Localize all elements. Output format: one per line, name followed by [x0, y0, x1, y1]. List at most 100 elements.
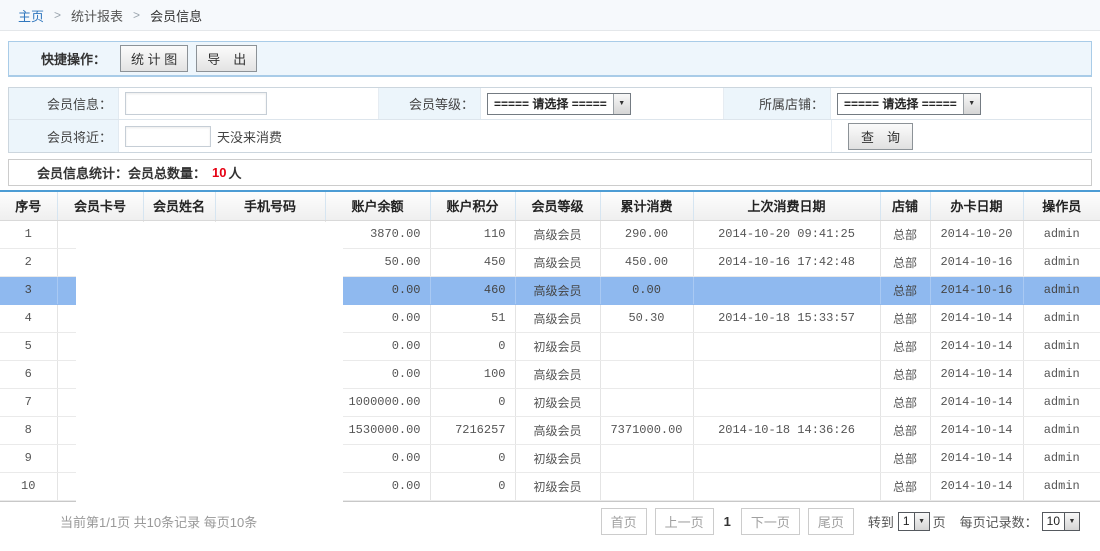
- per-page-select[interactable]: 10 ▼: [1042, 512, 1080, 531]
- cell-seq: 4: [0, 304, 57, 332]
- store-label: 所属店铺：: [724, 88, 831, 119]
- breadcrumb-home[interactable]: 主页: [18, 6, 44, 25]
- pagination-current-page: 1: [724, 514, 731, 529]
- cell-level: 初级会员: [515, 388, 600, 416]
- first-page-button[interactable]: 首页: [601, 508, 647, 535]
- col-header-name: 会员姓名: [143, 191, 215, 220]
- breadcrumb-current: 会员信息: [150, 6, 202, 25]
- cell-card_date: 2014-10-14: [930, 360, 1023, 388]
- cell-seq: 5: [0, 332, 57, 360]
- privacy-redaction-overlay: [76, 222, 343, 511]
- cell-store: 总部: [880, 304, 930, 332]
- chart-button[interactable]: 统 计 图: [120, 45, 188, 72]
- cell-store: 总部: [880, 276, 930, 304]
- cell-last_date: 2014-10-16 17:42:48: [693, 248, 880, 276]
- filter-row-2: 会员将近： 天没来消费 查 询: [9, 119, 1091, 152]
- cell-total: 7371000.00: [600, 416, 693, 444]
- member-level-select[interactable]: ===== 请选择 ===== ▼: [487, 93, 631, 115]
- export-button[interactable]: 导 出: [196, 45, 257, 72]
- goto-page-select[interactable]: 1 ▼: [898, 512, 930, 531]
- member-total-count: 10: [212, 165, 226, 180]
- col-header-level: 会员等级: [515, 191, 600, 220]
- prev-page-button[interactable]: 上一页: [655, 508, 714, 535]
- col-header-seq: 序号: [0, 191, 57, 220]
- search-button[interactable]: 查 询: [848, 123, 913, 150]
- member-level-label: 会员等级：: [379, 88, 481, 119]
- cell-card_date: 2014-10-14: [930, 388, 1023, 416]
- member-stats-prefix: 会员信息统计：会员总数量：: [37, 163, 206, 182]
- quick-operations-label: 快捷操作：: [41, 49, 106, 68]
- cell-level: 高级会员: [515, 220, 600, 248]
- chevron-down-icon: ▼: [613, 94, 630, 114]
- cell-level: 初级会员: [515, 472, 600, 500]
- col-header-points: 账户积分: [430, 191, 515, 220]
- cell-store: 总部: [880, 388, 930, 416]
- cell-card_date: 2014-10-14: [930, 416, 1023, 444]
- filter-row-1: 会员信息： 会员等级： ===== 请选择 ===== ▼ 所属店铺： ====…: [9, 88, 1091, 119]
- cell-points: 100: [430, 360, 515, 388]
- cell-operator: admin: [1023, 416, 1100, 444]
- cell-total: [600, 444, 693, 472]
- member-count-unit: 人: [228, 163, 241, 182]
- cell-operator: admin: [1023, 332, 1100, 360]
- last-page-button[interactable]: 尾页: [808, 508, 854, 535]
- chevron-down-icon: ▼: [963, 94, 980, 114]
- cell-operator: admin: [1023, 388, 1100, 416]
- cell-operator: admin: [1023, 444, 1100, 472]
- recent-days-label: 会员将近：: [9, 120, 119, 152]
- cell-level: 高级会员: [515, 416, 600, 444]
- cell-total: [600, 332, 693, 360]
- col-header-store: 店铺: [880, 191, 930, 220]
- cell-seq: 1: [0, 220, 57, 248]
- breadcrumb-separator-icon: >: [133, 8, 140, 22]
- cell-points: 0: [430, 472, 515, 500]
- col-header-card-no: 会员卡号: [57, 191, 143, 220]
- cell-level: 高级会员: [515, 360, 600, 388]
- goto-page-label: 转到: [868, 512, 894, 531]
- cell-last_date: [693, 444, 880, 472]
- store-select[interactable]: ===== 请选择 ===== ▼: [837, 93, 981, 115]
- cell-store: 总部: [880, 444, 930, 472]
- per-page-label: 每页记录数：: [960, 512, 1038, 531]
- pager-controls: 首页 上一页 1 下一页 尾页 转到 1 ▼ 页 每页记录数： 10 ▼: [593, 508, 1080, 535]
- col-header-phone: 手机号码: [215, 191, 325, 220]
- goto-page-suffix: 页: [933, 512, 946, 531]
- cell-points: 51: [430, 304, 515, 332]
- cell-last_date: 2014-10-18 15:33:57: [693, 304, 880, 332]
- member-info-input[interactable]: [125, 92, 267, 115]
- cell-store: 总部: [880, 472, 930, 500]
- cell-last_date: [693, 388, 880, 416]
- cell-seq: 10: [0, 472, 57, 500]
- cell-total: 0.00: [600, 276, 693, 304]
- next-page-button[interactable]: 下一页: [741, 508, 800, 535]
- recent-days-input[interactable]: [125, 126, 211, 147]
- cell-operator: admin: [1023, 276, 1100, 304]
- cell-seq: 6: [0, 360, 57, 388]
- breadcrumb-reports[interactable]: 统计报表: [71, 6, 123, 25]
- cell-points: 0: [430, 444, 515, 472]
- goto-page-value: 1: [899, 514, 914, 528]
- member-info-label: 会员信息：: [9, 88, 119, 119]
- col-header-balance: 账户余额: [325, 191, 430, 220]
- cell-level: 初级会员: [515, 444, 600, 472]
- cell-seq: 8: [0, 416, 57, 444]
- cell-store: 总部: [880, 332, 930, 360]
- recent-days-suffix: 天没来消费: [217, 127, 282, 146]
- col-header-operator: 操作员: [1023, 191, 1100, 220]
- cell-store: 总部: [880, 248, 930, 276]
- quick-operations-bar: 快捷操作： 统 计 图 导 出: [8, 41, 1092, 77]
- cell-store: 总部: [880, 416, 930, 444]
- cell-card_date: 2014-10-20: [930, 220, 1023, 248]
- cell-store: 总部: [880, 360, 930, 388]
- cell-seq: 7: [0, 388, 57, 416]
- cell-points: 0: [430, 388, 515, 416]
- cell-total: 50.30: [600, 304, 693, 332]
- cell-last_date: 2014-10-18 14:36:26: [693, 416, 880, 444]
- cell-total: 290.00: [600, 220, 693, 248]
- member-level-selected-value: ===== 请选择 =====: [488, 95, 613, 112]
- cell-points: 110: [430, 220, 515, 248]
- per-page-value: 10: [1043, 514, 1064, 528]
- chevron-down-icon: ▼: [1064, 513, 1079, 530]
- col-header-total-spend: 累计消费: [600, 191, 693, 220]
- cell-operator: admin: [1023, 472, 1100, 500]
